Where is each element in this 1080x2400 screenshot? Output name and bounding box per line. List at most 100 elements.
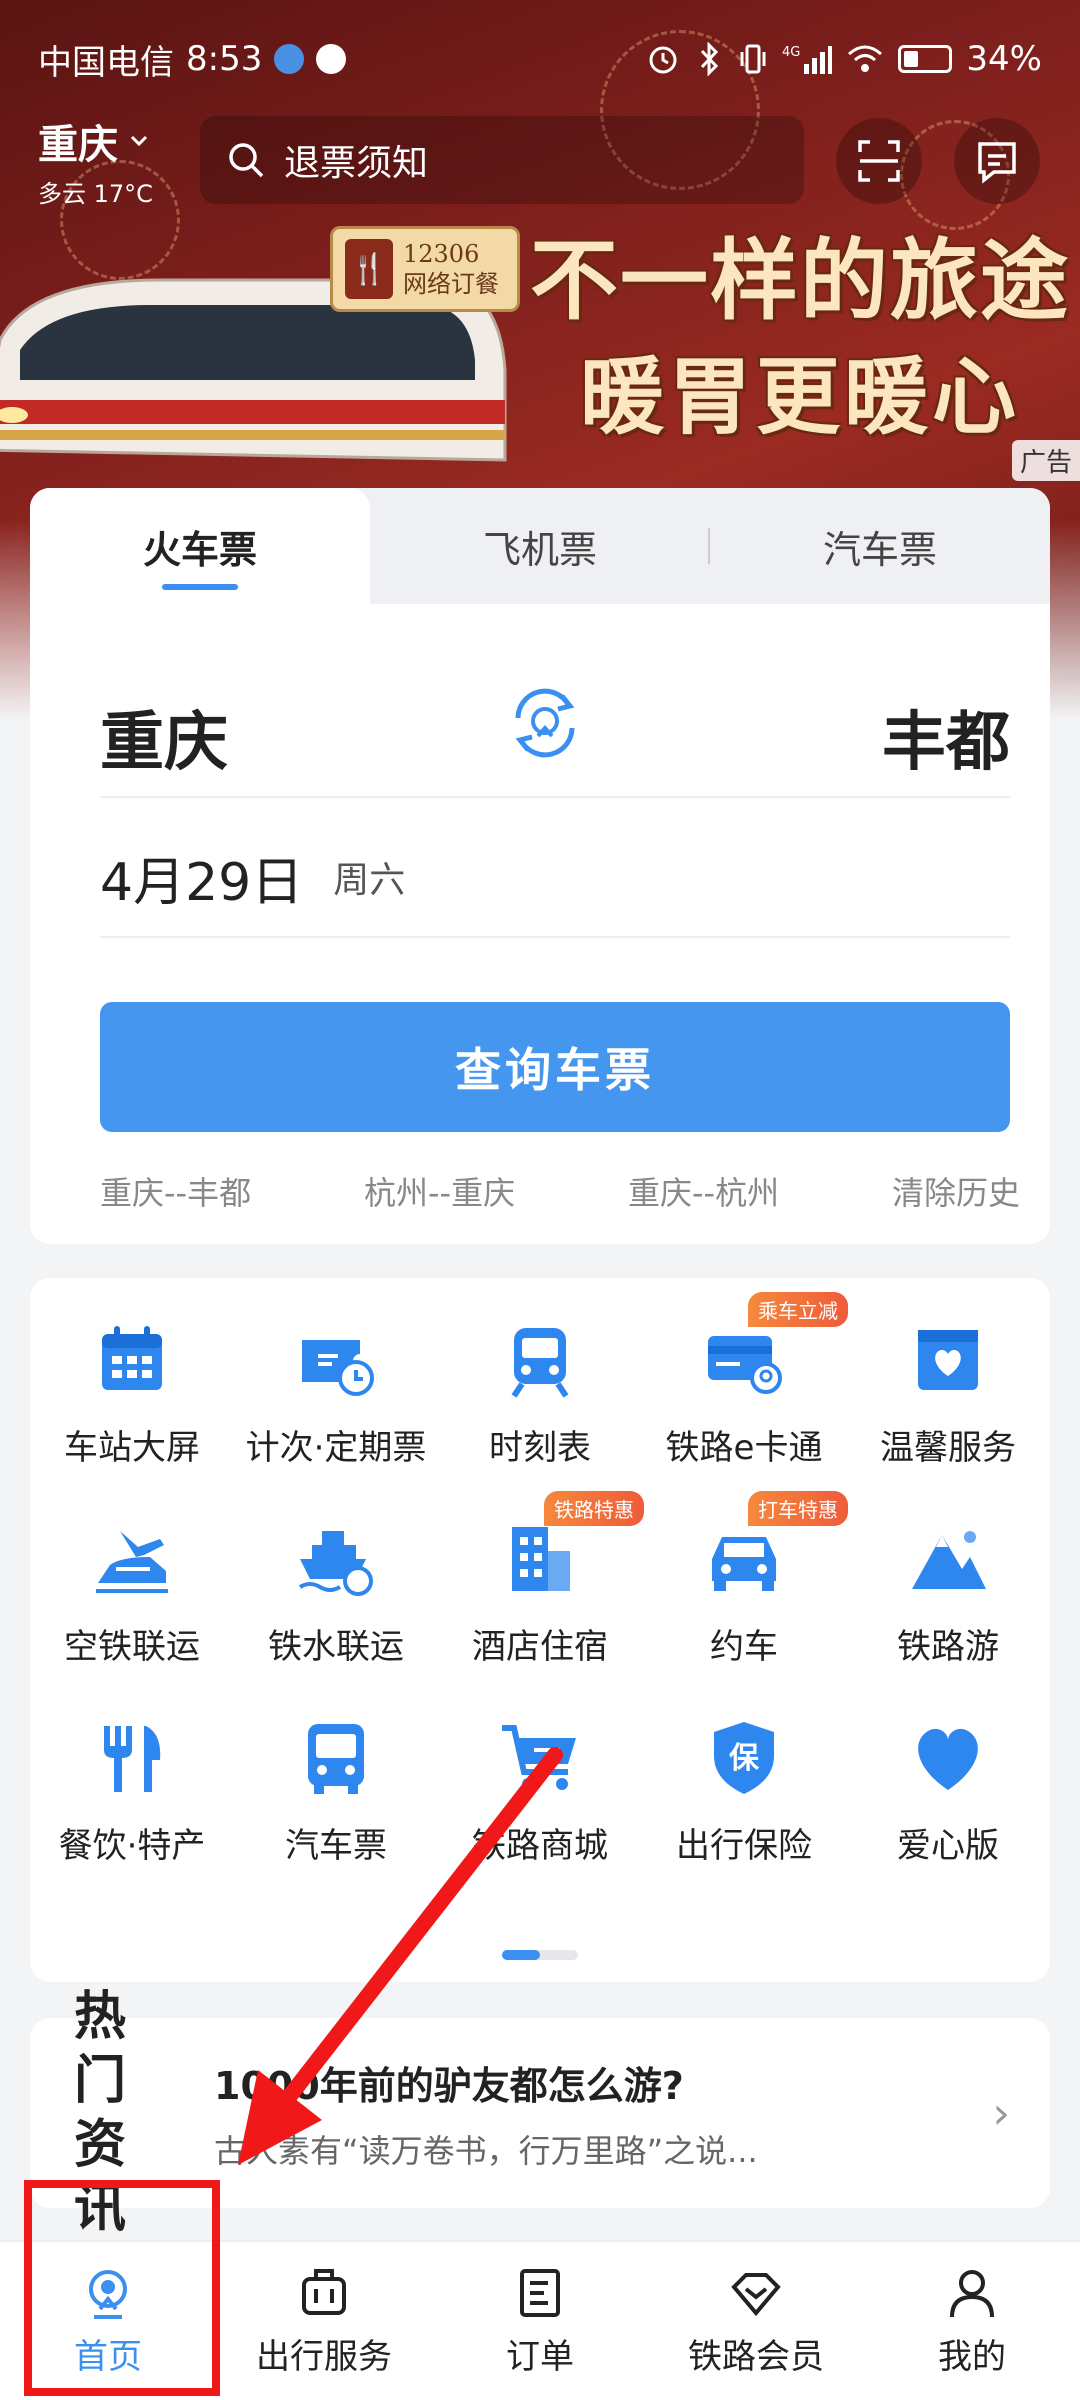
tab-bus-ticket[interactable]: 汽车票 bbox=[710, 488, 1050, 604]
hotel-icon bbox=[512, 1527, 570, 1591]
service-label: 铁路e卡通 bbox=[665, 1428, 823, 1468]
signal-4g-icon: 4G bbox=[782, 45, 833, 74]
baidu-notification-icon bbox=[316, 44, 347, 74]
hot-news-label-line1: 热门 bbox=[74, 1987, 129, 2111]
service-catering[interactable]: 餐饮·特产 bbox=[30, 1716, 234, 1867]
service-period-ticket[interactable]: 计次·定期票 bbox=[234, 1318, 438, 1469]
city-name: 重庆 bbox=[38, 122, 118, 168]
promo-tag: 乘车立减 bbox=[748, 1292, 848, 1327]
service-hotel[interactable]: 铁路特惠 酒店住宿 bbox=[438, 1491, 644, 1668]
ticket-search-card: 火车票 飞机票 汽车票 重庆 丰都 4月29日 周六 查询车票 重庆--丰都 杭… bbox=[30, 488, 1050, 1244]
service-bus-ticket[interactable]: 汽车票 bbox=[234, 1716, 438, 1867]
ticket-type-tabs: 火车票 飞机票 汽车票 bbox=[30, 488, 1050, 604]
service-warm-service[interactable]: 温馨服务 bbox=[846, 1318, 1050, 1469]
service-rail-mall[interactable]: 铁路商城 bbox=[438, 1716, 642, 1867]
services-grid: 车站大屏 计次·定期票 时刻表 乘车立减 铁路e卡通 温馨服务 空铁联运 铁水联… bbox=[30, 1292, 1050, 1867]
wifi-icon bbox=[848, 45, 883, 72]
scan-icon bbox=[858, 140, 900, 182]
message-icon bbox=[978, 142, 1016, 184]
service-air-rail[interactable]: 空铁联运 bbox=[30, 1517, 234, 1668]
promo-tag: 铁路特惠 bbox=[544, 1491, 644, 1526]
message-button[interactable] bbox=[954, 118, 1040, 204]
bluetooth-icon bbox=[701, 42, 719, 76]
badge-line1: 12306 bbox=[403, 240, 480, 268]
battery-percent: 34% bbox=[966, 39, 1042, 79]
search-placeholder: 退票须知 bbox=[284, 143, 429, 184]
history-item[interactable]: 杭州--重庆 bbox=[364, 1168, 515, 1214]
service-timetable[interactable]: 时刻表 bbox=[438, 1318, 642, 1469]
page-indicator bbox=[502, 1950, 578, 1960]
service-label: 约车 bbox=[710, 1627, 778, 1667]
service-rail-water[interactable]: 铁水联运 bbox=[234, 1517, 438, 1668]
ticket-clock-icon bbox=[302, 1340, 374, 1396]
ad-label: 广告 bbox=[1011, 440, 1080, 481]
tab-divider bbox=[708, 528, 710, 564]
tab-flight-ticket[interactable]: 飞机票 bbox=[370, 488, 710, 604]
service-e-card[interactable]: 乘车立减 铁路e卡通 bbox=[642, 1292, 848, 1469]
service-label: 铁水联运 bbox=[268, 1627, 404, 1667]
badge-line2: 网络订餐 bbox=[403, 270, 499, 298]
service-label: 出行保险 bbox=[676, 1826, 812, 1866]
calendar-icon bbox=[102, 1326, 162, 1390]
nav-label: 我的 bbox=[938, 2336, 1006, 2377]
nav-rail-membership[interactable]: 铁路会员 bbox=[648, 2242, 864, 2400]
service-label: 计次·定期票 bbox=[245, 1428, 427, 1468]
service-travel-insurance[interactable]: 保 出行保险 bbox=[642, 1716, 846, 1867]
banner-slogan-line1: 不一样的旅途 bbox=[530, 228, 1071, 332]
tab-train-ticket[interactable]: 火车票 bbox=[30, 488, 370, 604]
service-label: 爱心版 bbox=[897, 1826, 999, 1866]
departure-station[interactable]: 重庆 bbox=[100, 691, 228, 783]
nav-mine[interactable]: 我的 bbox=[864, 2242, 1080, 2400]
nav-travel-services[interactable]: 出行服务 bbox=[216, 2242, 432, 2400]
plane-train-icon bbox=[96, 1531, 168, 1593]
service-label: 酒店住宿 bbox=[472, 1627, 608, 1667]
query-tickets-button[interactable]: 查询车票 bbox=[100, 1002, 1010, 1132]
heart-icon bbox=[918, 1728, 978, 1790]
user-icon bbox=[950, 2269, 994, 2317]
services-panel: 车站大屏 计次·定期票 时刻表 乘车立减 铁路e卡通 温馨服务 空铁联运 铁水联… bbox=[30, 1278, 1050, 1982]
service-label: 铁路游 bbox=[897, 1627, 999, 1667]
swap-stations-icon[interactable] bbox=[500, 678, 590, 768]
service-label: 车站大屏 bbox=[64, 1428, 200, 1468]
travel-weekday: 周六 bbox=[333, 860, 406, 901]
scan-button[interactable] bbox=[836, 118, 922, 204]
app-notification-icon bbox=[274, 44, 305, 74]
nav-orders[interactable]: 订单 bbox=[432, 2242, 648, 2400]
service-label: 铁路商城 bbox=[472, 1826, 608, 1866]
service-station-screen[interactable]: 车站大屏 bbox=[30, 1318, 234, 1469]
weather-info: 多云 17°C bbox=[38, 180, 153, 208]
city-selector[interactable]: 重庆 多云 17°C bbox=[38, 112, 153, 209]
luggage-icon bbox=[302, 2268, 346, 2315]
clear-history-button[interactable]: 清除历史 bbox=[892, 1168, 1020, 1214]
service-rail-tour[interactable]: 铁路游 bbox=[846, 1517, 1050, 1668]
battery-icon bbox=[898, 45, 953, 73]
history-item[interactable]: 重庆--丰都 bbox=[100, 1168, 251, 1214]
search-history: 重庆--丰都 杭州--重庆 重庆--杭州 清除历史 bbox=[100, 1168, 1020, 1214]
chevron-down-icon bbox=[130, 135, 148, 147]
shield-icon: 保 bbox=[714, 1722, 774, 1794]
banner-slogan-line2: 暖胃更暖心 bbox=[580, 347, 1021, 446]
car-icon bbox=[712, 1537, 776, 1591]
ship-icon bbox=[298, 1531, 373, 1596]
date-selector[interactable]: 4月29日 周六 bbox=[100, 818, 1010, 938]
mountain-icon bbox=[912, 1531, 986, 1589]
service-label: 时刻表 bbox=[489, 1428, 591, 1468]
fork-knife-icon bbox=[104, 1726, 161, 1792]
carrier-label: 中国电信 bbox=[38, 42, 174, 83]
service-car-hailing[interactable]: 打车特惠 约车 bbox=[642, 1491, 848, 1668]
promo-tag: 打车特惠 bbox=[748, 1491, 848, 1526]
arrival-station[interactable]: 丰都 bbox=[882, 691, 1010, 783]
fork-knife-icon: 🍴 bbox=[345, 239, 393, 299]
clock: 8:53 bbox=[186, 39, 263, 79]
search-bar[interactable]: 退票须知 bbox=[200, 116, 804, 204]
nav-label: 铁路会员 bbox=[688, 2336, 824, 2377]
history-item[interactable]: 重庆--杭州 bbox=[628, 1168, 779, 1214]
news-summary: 古人素有“读万卷书，行万里路”之说... bbox=[214, 2131, 758, 2170]
svg-text:保: 保 bbox=[729, 1741, 760, 1776]
12306-catering-badge: 🍴 12306 网络订餐 bbox=[330, 226, 520, 312]
travel-date: 4月29日 bbox=[100, 852, 304, 913]
service-care-version[interactable]: 爱心版 bbox=[846, 1716, 1050, 1867]
card-icon bbox=[708, 1336, 782, 1394]
bus-icon bbox=[308, 1724, 364, 1794]
nav-label: 订单 bbox=[506, 2336, 574, 2377]
